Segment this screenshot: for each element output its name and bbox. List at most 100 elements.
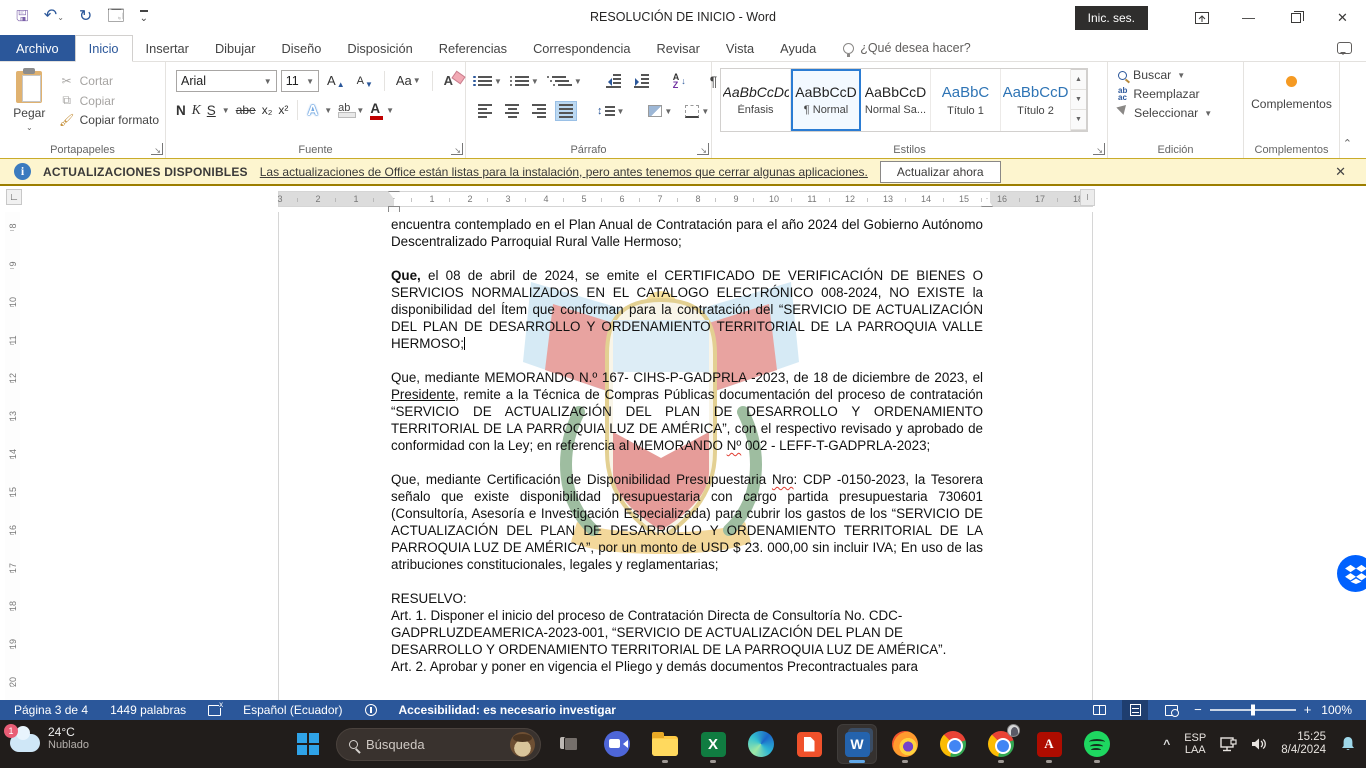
font-size-combobox[interactable]: 11▼ bbox=[281, 70, 319, 92]
strikethrough-button[interactable]: abe bbox=[236, 103, 256, 117]
justify-button[interactable] bbox=[555, 101, 577, 120]
style-titulo-2[interactable]: AaBbCcDTítulo 2 bbox=[1001, 69, 1071, 131]
replace-button[interactable]: abacReemplazar bbox=[1118, 87, 1237, 101]
tab-dibujar[interactable]: Dibujar bbox=[202, 35, 269, 61]
task-view-button[interactable] bbox=[549, 724, 589, 764]
word-count[interactable]: 1449 palabras bbox=[110, 703, 186, 717]
notification-close-icon[interactable]: ✕ bbox=[1329, 164, 1352, 180]
dialog-launcher-portapapeles[interactable] bbox=[151, 143, 163, 155]
feedback-button[interactable] bbox=[1337, 35, 1352, 61]
edge-button[interactable] bbox=[741, 724, 781, 764]
collapse-ribbon-icon[interactable]: ⌃ bbox=[1343, 137, 1352, 150]
select-button[interactable]: Seleccionar▼ bbox=[1118, 106, 1237, 120]
align-right-button[interactable] bbox=[528, 101, 550, 120]
redo-icon[interactable]: ↻ bbox=[79, 8, 92, 26]
customize-qat-icon[interactable]: ⌄ bbox=[140, 10, 148, 24]
style-normal[interactable]: AaBbCcD¶ Normal bbox=[791, 69, 861, 131]
bullets-button[interactable]: ▼ bbox=[474, 73, 506, 89]
decrease-indent-button[interactable] bbox=[602, 71, 625, 90]
zoom-in-button[interactable]: + bbox=[1304, 704, 1312, 716]
file-explorer-button[interactable] bbox=[645, 724, 685, 764]
save-icon[interactable]: 🖫 bbox=[16, 8, 29, 26]
paste-dropdown-icon[interactable]: ⌄ bbox=[26, 123, 33, 132]
paste-button[interactable]: Pegar ⌄ bbox=[8, 68, 51, 142]
chevron-down-icon[interactable]: ▼ bbox=[306, 77, 314, 86]
nitro-pdf-button[interactable] bbox=[789, 724, 829, 764]
accessibility-status[interactable]: Accesibilidad: es necesario investigar bbox=[399, 703, 616, 717]
paragraph[interactable]: Que, mediante MEMORANDO N.º 167- CIHS-P-… bbox=[391, 369, 983, 454]
tab-stop-selector[interactable]: ∟ bbox=[6, 189, 22, 205]
cut-button[interactable]: ✂Cortar bbox=[59, 74, 159, 88]
numbering-button[interactable]: ▼ bbox=[511, 73, 543, 89]
hidden-icons-chevron[interactable]: ^ bbox=[1163, 737, 1170, 751]
styles-scroll-up-button[interactable]: ▲ bbox=[1071, 70, 1086, 90]
clock[interactable]: 15:258/4/2024 bbox=[1281, 731, 1326, 757]
underline-dropdown-icon[interactable]: ▼ bbox=[222, 106, 230, 115]
chrome-button[interactable] bbox=[933, 724, 973, 764]
vertical-ruler[interactable]: 891011121314151617181920 bbox=[5, 212, 20, 700]
read-mode-button[interactable] bbox=[1086, 700, 1112, 720]
dropbox-icon[interactable] bbox=[1337, 555, 1366, 592]
print-preview-icon[interactable]: 🗔 bbox=[107, 8, 124, 26]
increase-indent-button[interactable] bbox=[630, 71, 653, 90]
font-color-button[interactable]: A bbox=[370, 101, 380, 120]
excel-button[interactable]: X bbox=[693, 724, 733, 764]
tell-me-box[interactable]: ¿Qué desea hacer? bbox=[843, 35, 971, 61]
underline-button[interactable]: S bbox=[207, 103, 216, 118]
tab-referencias[interactable]: Referencias bbox=[426, 35, 520, 61]
spotify-button[interactable] bbox=[1077, 724, 1117, 764]
zoom-slider-handle[interactable] bbox=[1251, 705, 1255, 716]
tab-correspondencia[interactable]: Correspondencia bbox=[520, 35, 643, 61]
tab-vista[interactable]: Vista bbox=[713, 35, 767, 61]
page-indicator[interactable]: Página 3 de 4 bbox=[14, 703, 88, 717]
zoom-level[interactable]: 100% bbox=[1321, 703, 1352, 717]
dialog-launcher-estilos[interactable] bbox=[1093, 143, 1105, 155]
align-left-button[interactable] bbox=[474, 101, 496, 120]
tab-revisar[interactable]: Revisar bbox=[644, 35, 713, 61]
word-button[interactable]: W bbox=[837, 724, 877, 764]
tab-diseno[interactable]: Diseño bbox=[268, 35, 334, 61]
restore-button[interactable] bbox=[1272, 1, 1319, 34]
multilevel-list-button[interactable]: ▼ bbox=[548, 73, 586, 89]
tab-insertar[interactable]: Insertar bbox=[133, 35, 202, 61]
paragraph[interactable]: encuentra contemplado en el Plan Anual d… bbox=[391, 216, 983, 250]
tab-inicio[interactable]: Inicio bbox=[75, 35, 133, 62]
line-spacing-button[interactable]: ↕▼ bbox=[593, 102, 628, 120]
style-enfasis[interactable]: AaBbCcDcÉnfasis bbox=[721, 69, 791, 131]
undo-icon[interactable]: ↶⌄ bbox=[44, 7, 64, 27]
addins-button[interactable]: Complementos bbox=[1251, 97, 1332, 111]
language-indicator[interactable]: Español (Ecuador) bbox=[243, 703, 342, 717]
tab-ayuda[interactable]: Ayuda bbox=[767, 35, 829, 61]
notification-bell-icon[interactable] bbox=[1340, 736, 1356, 752]
shading-button[interactable]: ▼ bbox=[644, 102, 676, 120]
notification-link[interactable]: Las actualizaciones de Office están list… bbox=[260, 165, 868, 179]
borders-button[interactable]: ▼ bbox=[681, 102, 713, 121]
chrome-profile-button[interactable] bbox=[981, 724, 1021, 764]
format-painter-button[interactable]: 🖌Copiar formato bbox=[59, 113, 159, 127]
bold-button[interactable]: N bbox=[176, 103, 186, 118]
close-button[interactable]: ✕ bbox=[1319, 1, 1366, 34]
print-layout-button[interactable] bbox=[1122, 700, 1148, 720]
paragraph[interactable]: RESUELVO: bbox=[391, 590, 983, 607]
style-titulo-1[interactable]: AaBbCTítulo 1 bbox=[931, 69, 1001, 131]
tab-disposicion[interactable]: Disposición bbox=[334, 35, 425, 61]
weather-widget[interactable]: 1 24°C Nublado bbox=[10, 726, 89, 752]
italic-button[interactable]: K bbox=[192, 102, 201, 118]
start-button[interactable] bbox=[288, 724, 328, 764]
paragraph[interactable]: Art. 1. Disponer el inicio del proceso d… bbox=[391, 607, 983, 658]
update-now-button[interactable]: Actualizar ahora bbox=[880, 161, 1001, 183]
paragraph[interactable]: Art. 2. Aprobar y poner en vigencia el P… bbox=[391, 658, 983, 675]
subscript-button[interactable]: x₂ bbox=[262, 103, 273, 117]
paragraph[interactable]: Que, mediante Certificación de Disponibi… bbox=[391, 471, 983, 573]
sign-in-button[interactable]: Inic. ses. bbox=[1075, 6, 1148, 30]
chevron-down-icon[interactable]: ▼ bbox=[264, 77, 272, 86]
minimize-button[interactable]: — bbox=[1225, 1, 1272, 34]
document-text[interactable]: encuentra contemplado en el Plan Anual d… bbox=[391, 216, 983, 675]
styles-more-button[interactable]: ▼ bbox=[1071, 110, 1086, 130]
styles-scroll-down-button[interactable]: ▼ bbox=[1071, 90, 1086, 110]
dialog-launcher-parrafo[interactable] bbox=[697, 143, 709, 155]
volume-icon[interactable] bbox=[1251, 737, 1267, 751]
copy-button[interactable]: ⧉Copiar bbox=[59, 93, 159, 108]
document-page[interactable]: encuentra contemplado en el Plan Anual d… bbox=[278, 212, 1093, 700]
font-color-dropdown-icon[interactable]: ▼ bbox=[386, 106, 394, 115]
